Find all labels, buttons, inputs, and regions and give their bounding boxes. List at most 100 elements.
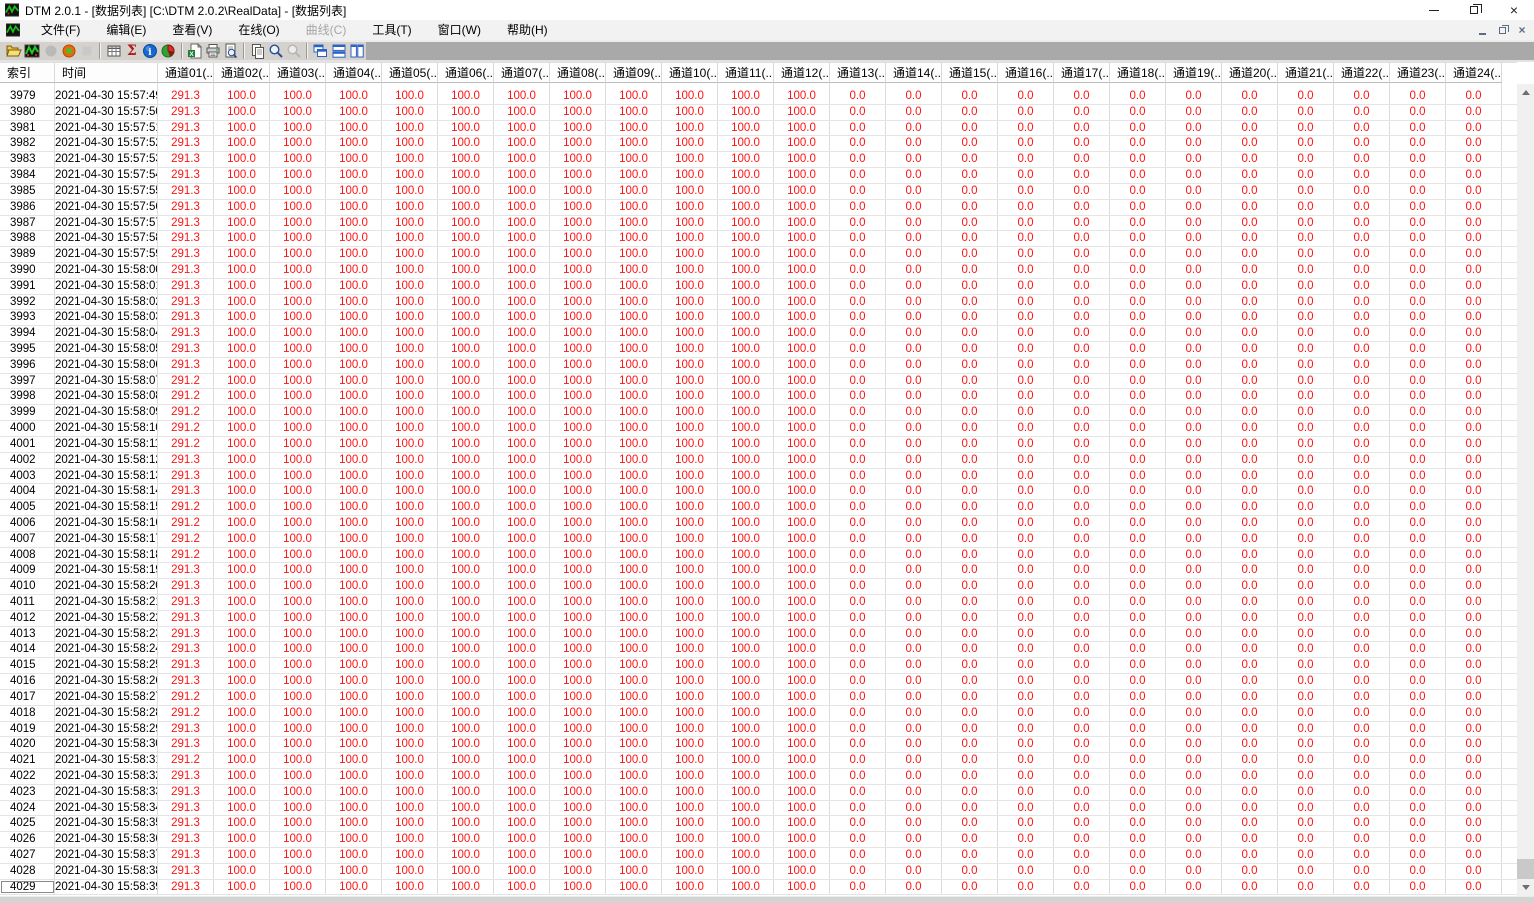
table-cell[interactable]: 0.0 bbox=[1334, 689, 1390, 705]
table-cell[interactable]: 3982 bbox=[0, 136, 55, 152]
table-cell[interactable]: 100.0 bbox=[214, 484, 270, 500]
table-cell[interactable]: 0.0 bbox=[1110, 816, 1166, 832]
table-cell[interactable]: 0.0 bbox=[1390, 784, 1446, 800]
table-cell[interactable]: 0.0 bbox=[1278, 832, 1334, 847]
table-row[interactable]: 4006 2021-04-30 15:58:16 291.2 100.0 100.0 10… bbox=[0, 515, 1534, 532]
table-cell[interactable]: 100.0 bbox=[326, 626, 382, 642]
table-cell[interactable]: 100.0 bbox=[270, 326, 326, 341]
table-cell[interactable]: 0.0 bbox=[1446, 310, 1502, 326]
table-cell[interactable]: 100.0 bbox=[550, 231, 606, 247]
table-cell[interactable]: 0.0 bbox=[1054, 405, 1110, 421]
table-cell[interactable]: 0.0 bbox=[1446, 800, 1502, 816]
table-cell[interactable]: 0.0 bbox=[1334, 800, 1390, 816]
table-cell[interactable]: 100.0 bbox=[382, 183, 438, 199]
table-cell[interactable]: 100.0 bbox=[550, 452, 606, 468]
table-cell[interactable]: 0.0 bbox=[886, 262, 942, 278]
table-cell[interactable]: 0.0 bbox=[998, 342, 1054, 357]
column-header[interactable]: 通道23(... bbox=[1390, 63, 1446, 83]
table-cell[interactable]: 0.0 bbox=[1446, 547, 1502, 563]
table-cell[interactable]: 100.0 bbox=[718, 436, 774, 452]
table-cell[interactable]: 291.3 bbox=[158, 83, 214, 89]
table-cell[interactable]: 0.0 bbox=[1222, 531, 1278, 547]
table-cell[interactable]: 0.0 bbox=[998, 674, 1054, 689]
table-cell[interactable]: 100.0 bbox=[438, 563, 494, 579]
table-cell[interactable]: 0.0 bbox=[1054, 737, 1110, 753]
table-cell[interactable]: 0.0 bbox=[1390, 800, 1446, 816]
table-cell[interactable]: 100.0 bbox=[718, 626, 774, 642]
table-cell[interactable]: 0.0 bbox=[1390, 547, 1446, 563]
table-cell[interactable]: 0.0 bbox=[1222, 879, 1278, 895]
table-cell[interactable]: 100.0 bbox=[718, 500, 774, 515]
table-cell[interactable]: 0.0 bbox=[942, 373, 998, 389]
table-cell[interactable]: 100.0 bbox=[270, 515, 326, 531]
table-cell[interactable]: 100.0 bbox=[214, 373, 270, 389]
table-cell[interactable]: 0.0 bbox=[1278, 547, 1334, 563]
table-cell[interactable]: 0.0 bbox=[998, 168, 1054, 183]
table-cell[interactable]: 100.0 bbox=[326, 863, 382, 879]
table-cell[interactable]: 0.0 bbox=[1278, 357, 1334, 373]
table-cell[interactable]: 0.0 bbox=[1110, 326, 1166, 341]
table-cell[interactable]: 100.0 bbox=[774, 373, 830, 389]
table-cell[interactable]: 100.0 bbox=[382, 405, 438, 421]
table-cell[interactable]: 3981 bbox=[0, 120, 55, 136]
table-cell[interactable]: 0.0 bbox=[1054, 689, 1110, 705]
table-cell[interactable]: 100.0 bbox=[438, 120, 494, 136]
table-cell[interactable]: 100.0 bbox=[438, 753, 494, 768]
table-cell[interactable]: 0.0 bbox=[1166, 310, 1222, 326]
table-cell[interactable]: 0.0 bbox=[1334, 547, 1390, 563]
table-cell[interactable]: 0.0 bbox=[886, 168, 942, 183]
table-cell[interactable]: 0.0 bbox=[1334, 832, 1390, 847]
table-cell[interactable]: 100.0 bbox=[662, 436, 718, 452]
column-header[interactable]: 通道04(... bbox=[326, 63, 382, 83]
table-cell[interactable]: 100.0 bbox=[270, 579, 326, 594]
table-cell[interactable]: 0.0 bbox=[1110, 373, 1166, 389]
table-cell[interactable]: 0.0 bbox=[1334, 468, 1390, 484]
table-cell[interactable]: 0.0 bbox=[1222, 500, 1278, 515]
table-cell[interactable]: 100.0 bbox=[494, 800, 550, 816]
table-cell[interactable]: 100.0 bbox=[550, 784, 606, 800]
table-cell[interactable]: 100.0 bbox=[662, 310, 718, 326]
table-cell[interactable]: 100.0 bbox=[774, 595, 830, 610]
table-cell[interactable]: 100.0 bbox=[774, 294, 830, 310]
table-cell[interactable]: 0.0 bbox=[1222, 547, 1278, 563]
table-cell[interactable]: 100.0 bbox=[718, 563, 774, 579]
table-cell[interactable]: 100.0 bbox=[270, 104, 326, 120]
table-cell[interactable]: 0.0 bbox=[1390, 405, 1446, 421]
table-cell[interactable]: 100.0 bbox=[774, 784, 830, 800]
table-cell[interactable]: 0.0 bbox=[1166, 500, 1222, 515]
table-cell[interactable]: 0.0 bbox=[1446, 658, 1502, 674]
table-cell[interactable]: 0.0 bbox=[830, 326, 886, 341]
table-cell[interactable]: 291.2 bbox=[158, 531, 214, 547]
table-row[interactable]: 4003 2021-04-30 15:58:13 291.3 100.0 100.0 10… bbox=[0, 468, 1534, 485]
table-cell[interactable]: 2021-04-30 15:58:01 bbox=[55, 278, 158, 294]
table-cell[interactable]: 100.0 bbox=[382, 357, 438, 373]
table-cell[interactable]: 0.0 bbox=[1110, 436, 1166, 452]
table-cell[interactable]: 2021-04-30 15:58:23 bbox=[55, 626, 158, 642]
table-cell[interactable]: 0.0 bbox=[1278, 231, 1334, 247]
table-cell[interactable]: 100.0 bbox=[494, 468, 550, 484]
table-cell[interactable]: 291.3 bbox=[158, 626, 214, 642]
table-cell[interactable]: 100.0 bbox=[718, 421, 774, 436]
table-cell[interactable]: 0.0 bbox=[1390, 563, 1446, 579]
table-cell[interactable]: 0.0 bbox=[1446, 168, 1502, 183]
table-cell[interactable]: 100.0 bbox=[438, 832, 494, 847]
table-cell[interactable]: 0.0 bbox=[942, 262, 998, 278]
table-cell[interactable]: 100.0 bbox=[326, 152, 382, 168]
table-cell[interactable]: 0.0 bbox=[830, 452, 886, 468]
table-cell[interactable]: 100.0 bbox=[774, 152, 830, 168]
table-cell[interactable]: 100.0 bbox=[606, 737, 662, 753]
table-cell[interactable]: 0.0 bbox=[998, 152, 1054, 168]
table-cell[interactable]: 100.0 bbox=[550, 120, 606, 136]
table-cell[interactable]: 0.0 bbox=[1166, 436, 1222, 452]
table-row[interactable]: 3993 2021-04-30 15:58:03 291.3 100.0 100.0 10… bbox=[0, 310, 1534, 327]
table-cell[interactable]: 100.0 bbox=[326, 689, 382, 705]
table-cell[interactable]: 0.0 bbox=[1054, 848, 1110, 863]
table-cell[interactable]: 0.0 bbox=[1278, 563, 1334, 579]
table-cell[interactable]: 100.0 bbox=[718, 595, 774, 610]
table-cell[interactable]: 0.0 bbox=[1222, 832, 1278, 847]
table-cell[interactable]: 0.0 bbox=[830, 373, 886, 389]
table-row[interactable]: 3980 2021-04-30 15:57:50 291.3 100.0 100.0 10… bbox=[0, 104, 1534, 121]
table-cell[interactable]: 100.0 bbox=[270, 215, 326, 231]
table-cell[interactable]: 100.0 bbox=[214, 342, 270, 357]
table-cell[interactable]: 100.0 bbox=[214, 89, 270, 104]
